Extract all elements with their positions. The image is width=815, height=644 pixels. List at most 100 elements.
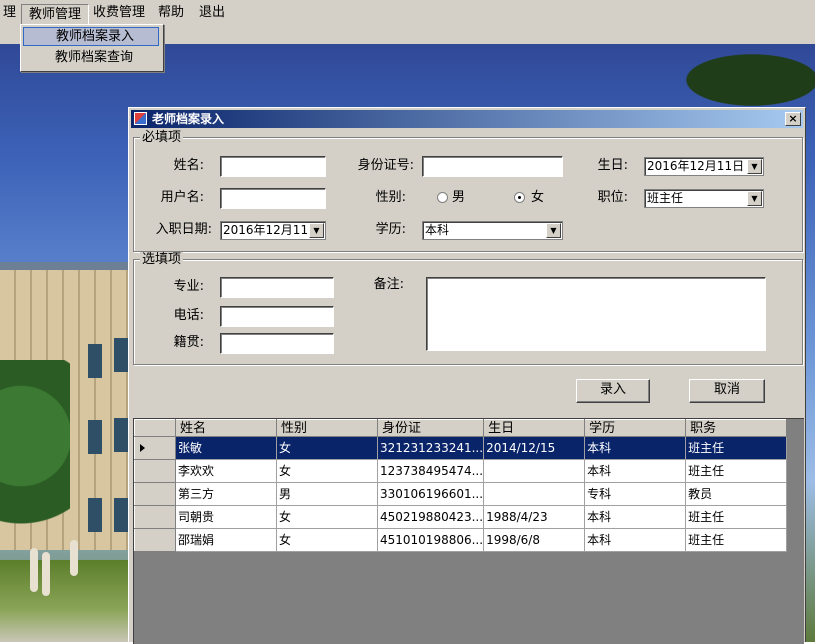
row-selector[interactable] <box>134 482 176 506</box>
cell-gender[interactable]: 男 <box>276 482 378 506</box>
cell-name[interactable]: 张敏 <box>175 436 277 460</box>
row-selector[interactable] <box>134 505 176 529</box>
row-selector[interactable] <box>134 436 176 460</box>
cell-duty[interactable]: 班主任 <box>685 436 788 460</box>
cell-id-card[interactable]: 330106196601... <box>376 482 485 506</box>
cell-name[interactable]: 李欢欢 <box>175 459 277 483</box>
gender-female-radio[interactable] <box>514 192 525 203</box>
phone-input[interactable] <box>220 306 334 327</box>
row-selector[interactable] <box>134 528 176 552</box>
menu-item-teacher-management[interactable]: 教师管理 <box>21 4 90 25</box>
gender-female-label: 女 <box>531 190 545 205</box>
cell-education[interactable]: 本科 <box>584 505 687 529</box>
cell-id-card[interactable]: 321231233241... <box>376 436 485 460</box>
table-row[interactable]: 司朝贵 女 450219880423... 1988/4/23 本科 班主任 <box>134 505 788 529</box>
column-header-name[interactable]: 姓名 <box>175 419 277 437</box>
birthday-label: 生日: <box>597 158 628 173</box>
dropdown-arrow-icon[interactable]: ▼ <box>546 223 561 238</box>
column-header-gender[interactable]: 性别 <box>276 419 378 437</box>
hire-date-datepicker[interactable]: 2016年12月11日 ▼ <box>220 221 326 240</box>
cell-duty[interactable]: 班主任 <box>685 459 788 483</box>
close-icon[interactable]: × <box>785 112 801 126</box>
building-window <box>114 498 128 532</box>
major-input[interactable] <box>220 277 334 298</box>
menu-item-partial[interactable]: 理 <box>0 2 23 23</box>
dialog-titlebar[interactable]: 老师档案录入 × <box>131 110 803 128</box>
menu-bar: 理 教师管理 收费管理 帮助 退出 <box>0 0 815 27</box>
optional-fields-group: 选填项 专业: 电话: 籍贯: 备注: <box>133 252 803 365</box>
table-row[interactable]: 张敏 女 321231233241... 2014/12/15 本科 班主任 <box>134 436 788 460</box>
group-legend: 必填项 <box>140 130 184 145</box>
cell-birthday[interactable] <box>483 459 586 483</box>
background-person <box>70 540 78 576</box>
cell-birthday[interactable]: 1988/4/23 <box>483 505 586 529</box>
major-label: 专业: <box>173 279 204 294</box>
table-row[interactable]: 第三方 男 330106196601... 专科 教员 <box>134 482 788 506</box>
cell-education[interactable]: 本科 <box>584 436 687 460</box>
id-number-input[interactable] <box>422 156 563 177</box>
cell-birthday[interactable]: 1998/6/8 <box>483 528 586 552</box>
hire-date-value: 2016年12月11日 <box>223 223 321 237</box>
origin-input[interactable] <box>220 333 334 354</box>
background-tree <box>0 360 70 550</box>
cell-duty[interactable]: 班主任 <box>685 505 788 529</box>
cell-duty[interactable]: 教员 <box>685 482 788 506</box>
cell-name[interactable]: 第三方 <box>175 482 277 506</box>
column-header-duty[interactable]: 职务 <box>685 419 788 437</box>
menu-item-teacher-record-query[interactable]: 教师档案查询 <box>23 48 159 67</box>
name-label: 姓名: <box>173 158 204 173</box>
cell-birthday[interactable]: 2014/12/15 <box>483 436 586 460</box>
username-input[interactable] <box>220 188 326 209</box>
submit-button[interactable]: 录入 <box>576 379 650 403</box>
position-label: 职位: <box>597 190 628 205</box>
group-legend: 选填项 <box>140 252 184 267</box>
cell-id-card[interactable]: 451010198806... <box>376 528 485 552</box>
cell-duty[interactable]: 班主任 <box>685 528 788 552</box>
building-window <box>88 498 102 532</box>
cell-id-card[interactable]: 123738495474... <box>376 459 485 483</box>
cell-name[interactable]: 邵瑞娟 <box>175 528 277 552</box>
birthday-datepicker[interactable]: 2016年12月11日 ▼ <box>644 157 764 176</box>
position-select[interactable]: 班主任 ▼ <box>644 189 764 208</box>
education-label: 学历: <box>375 222 406 237</box>
cell-education[interactable]: 本科 <box>584 528 687 552</box>
menu-item-exit[interactable]: 退出 <box>192 2 232 23</box>
cell-education[interactable]: 本科 <box>584 459 687 483</box>
menu-item-teacher-record-entry[interactable]: 教师档案录入 <box>23 27 159 46</box>
cell-gender[interactable]: 女 <box>276 528 378 552</box>
dropdown-arrow-icon[interactable]: ▼ <box>747 191 762 206</box>
cell-gender[interactable]: 女 <box>276 436 378 460</box>
origin-label: 籍贯: <box>173 335 204 350</box>
table-row[interactable]: 李欢欢 女 123738495474... 本科 班主任 <box>134 459 788 483</box>
required-fields-group: 必填项 姓名: 身份证号: 生日: 2016年12月11日 ▼ 用户名: 性别:… <box>133 130 803 252</box>
column-header-birthday[interactable]: 生日 <box>483 419 586 437</box>
dropdown-arrow-icon[interactable]: ▼ <box>747 159 762 174</box>
gender-male-radio[interactable] <box>437 192 448 203</box>
grid-header-row: 姓名 性别 身份证 生日 学历 职务 <box>134 419 788 437</box>
column-header-id-card[interactable]: 身份证 <box>376 419 485 437</box>
menu-item-fee-management[interactable]: 收费管理 <box>86 2 152 23</box>
username-label: 用户名: <box>160 190 204 205</box>
gender-label: 性别: <box>375 190 406 205</box>
column-header-education[interactable]: 学历 <box>584 419 687 437</box>
name-input[interactable] <box>220 156 326 177</box>
dropdown-arrow-icon[interactable]: ▼ <box>309 223 324 238</box>
cell-id-card[interactable]: 450219880423... <box>376 505 485 529</box>
row-selector[interactable] <box>134 459 176 483</box>
cell-gender[interactable]: 女 <box>276 505 378 529</box>
menu-item-help[interactable]: 帮助 <box>151 2 191 23</box>
note-label: 备注: <box>373 277 404 292</box>
teacher-record-entry-dialog: 老师档案录入 × 必填项 姓名: 身份证号: 生日: 2016年12月11日 ▼… <box>128 107 806 644</box>
table-row[interactable]: 邵瑞娟 女 451010198806... 1998/6/8 本科 班主任 <box>134 528 788 552</box>
background-person <box>42 552 50 596</box>
cell-name[interactable]: 司朝贵 <box>175 505 277 529</box>
id-number-label: 身份证号: <box>357 158 414 173</box>
cell-gender[interactable]: 女 <box>276 459 378 483</box>
cancel-button[interactable]: 取消 <box>689 379 765 403</box>
cell-birthday[interactable] <box>483 482 586 506</box>
note-textarea[interactable] <box>426 277 766 351</box>
education-select[interactable]: 本科 ▼ <box>422 221 563 240</box>
building-window <box>114 338 128 372</box>
teacher-data-grid: 姓名 性别 身份证 生日 学历 职务 张敏 女 321231233241... … <box>133 418 804 644</box>
cell-education[interactable]: 专科 <box>584 482 687 506</box>
